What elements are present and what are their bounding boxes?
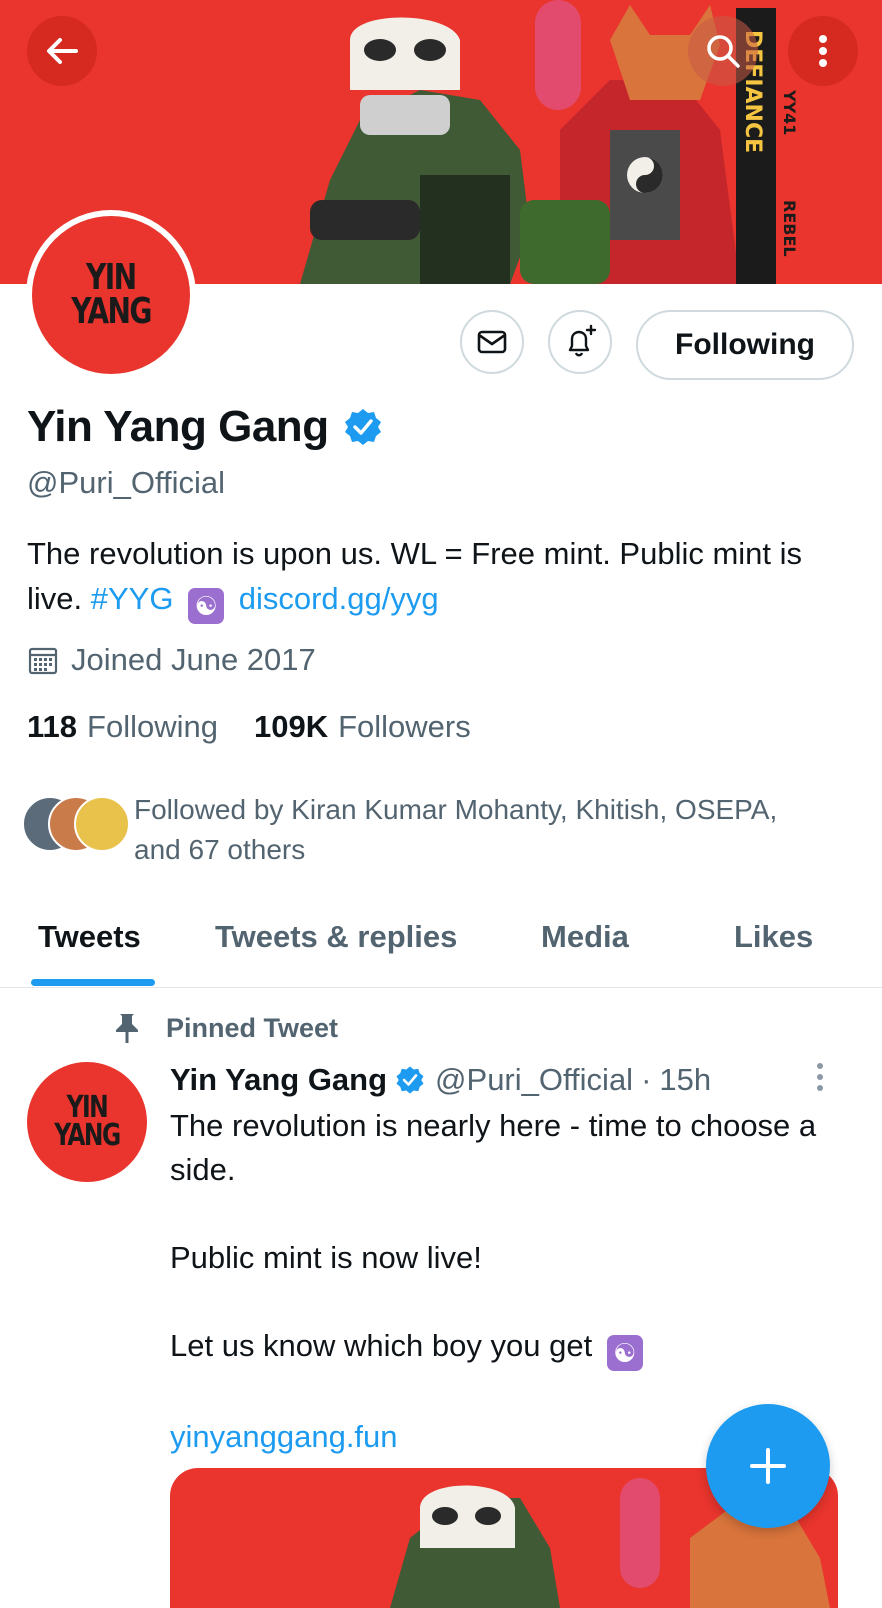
svg-text:REBEL: REBEL: [780, 200, 799, 257]
tweet-more-button[interactable]: [808, 1060, 832, 1101]
pinned-tweet-label: Pinned Tweet: [112, 1012, 338, 1044]
tweet-line-1: The revolution is nearly here - time to …: [170, 1108, 817, 1187]
tweet-line-3: Let us know which boy you get: [170, 1328, 593, 1363]
follower-avatars: [22, 796, 130, 852]
tweet-author-avatar[interactable]: YIN YANG: [27, 1062, 147, 1182]
follower-avatar: [74, 796, 130, 852]
tab-likes[interactable]: Likes: [734, 919, 813, 955]
yin-yang-emoji-icon: ☯: [188, 588, 225, 624]
svg-text:YY41: YY41: [780, 89, 799, 135]
plus-icon: [750, 1448, 786, 1484]
followed-by-text: Followed by Kiran Kumar Mohanty, Khitish…: [134, 794, 778, 865]
profile-avatar[interactable]: YIN YANG: [26, 210, 196, 380]
search-button[interactable]: [688, 16, 758, 86]
logo-line-1: YIN: [86, 257, 137, 298]
message-button[interactable]: [460, 310, 524, 374]
bell-plus-icon: [568, 324, 597, 357]
profile-handle: @Puri_Official: [27, 465, 226, 500]
pin-icon: [116, 1014, 138, 1043]
envelope-icon: [477, 330, 507, 354]
compose-tweet-button[interactable]: [706, 1404, 830, 1528]
logo-line-2: YANG: [71, 291, 152, 332]
tweet-author-handle[interactable]: @Puri_Official: [435, 1062, 633, 1098]
arrow-left-icon: [47, 38, 78, 64]
profile-name-row: Yin Yang Gang: [27, 402, 383, 452]
tweet-separator: ·: [641, 1062, 652, 1097]
avatar-logo: YIN YANG: [32, 216, 190, 374]
tweet-line-3-row: Let us know which boy you get ☯: [170, 1324, 850, 1371]
yin-yang-emoji-icon: ☯: [606, 1335, 643, 1371]
back-button[interactable]: [27, 16, 97, 86]
profile-bio: The revolution is upon us. WL = Free min…: [27, 531, 857, 624]
following-count-link[interactable]: 118 Following: [27, 709, 218, 745]
tab-media[interactable]: Media: [541, 919, 629, 955]
profile-tabs: Tweets Tweets & replies Media Likes: [0, 905, 882, 988]
logo-line-2: YANG: [54, 1118, 121, 1153]
calendar-icon: [28, 647, 58, 675]
bio-discord-link[interactable]: discord.gg/yyg: [239, 581, 439, 616]
tab-tweets-replies[interactable]: Tweets & replies: [215, 919, 457, 955]
followers-count-link[interactable]: 109K Followers: [254, 709, 471, 745]
more-vertical-icon: [819, 35, 827, 67]
tab-tweets[interactable]: Tweets: [38, 919, 141, 955]
more-options-button[interactable]: [788, 16, 858, 86]
followers-label: Followers: [338, 709, 471, 744]
following-button[interactable]: Following: [636, 310, 854, 380]
active-tab-indicator: [31, 979, 155, 986]
verified-badge-icon: [395, 1065, 425, 1095]
profile-name: Yin Yang Gang: [27, 402, 329, 451]
pinned-text: Pinned Tweet: [166, 1012, 339, 1043]
followed-by-row[interactable]: Followed by Kiran Kumar Mohanty, Khitish…: [22, 790, 824, 870]
search-icon: [707, 35, 740, 68]
followers-count: 109K: [253, 709, 329, 744]
bio-hashtag-link[interactable]: #YYG: [91, 581, 174, 616]
verified-badge-icon: [343, 407, 383, 447]
following-label: Following: [87, 709, 218, 744]
joined-text: Joined June 2017: [71, 642, 316, 677]
joined-date: Joined June 2017: [27, 642, 316, 678]
more-vertical-icon: [817, 1063, 823, 1091]
follow-stats: 118 Following 109K Followers: [27, 709, 507, 745]
tweet-header: Yin Yang Gang @Puri_Official · 15h: [170, 1062, 711, 1098]
tweet-author-name[interactable]: Yin Yang Gang: [170, 1062, 387, 1098]
tweet-time[interactable]: 15h: [659, 1062, 711, 1098]
tweet-body: The revolution is nearly here - time to …: [170, 1104, 850, 1459]
notifications-button[interactable]: [548, 310, 612, 374]
following-count: 118: [27, 709, 78, 744]
tweet-line-2: Public mint is now live!: [170, 1240, 482, 1275]
